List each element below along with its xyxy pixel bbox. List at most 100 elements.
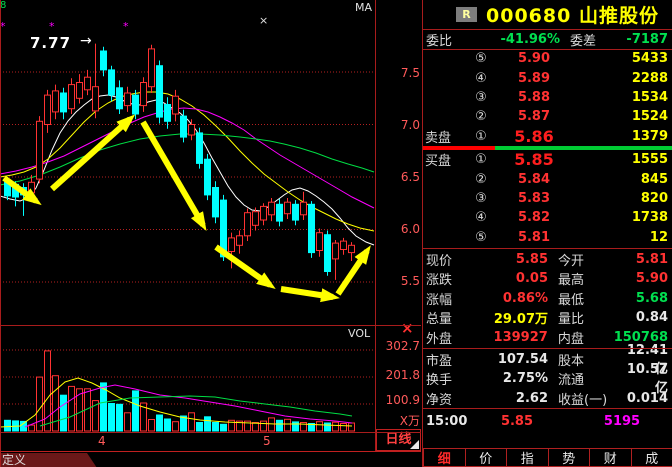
price-tick-6-0: 6.0 [376,222,420,236]
quote-panel: R 000680 山推股份 委比 -41.96% 委差 -7187 ⑤ 5.90… [422,0,672,467]
weibi-label: 委比 [423,30,468,49]
level-icon: ⑤ [467,230,495,245]
ask-row-5[interactable]: ⑤ 5.90 5433 [423,49,672,68]
ask-qty: 5433 [573,51,672,66]
bid-price: 5.83 [495,191,573,206]
price-tick-7-5: 7.5 [376,66,420,80]
tab-deals[interactable]: 成 [631,448,672,467]
bid-qty: 12 [573,230,672,245]
bid-price: 5.84 [495,172,573,187]
ma-legend-label: MA [355,1,372,14]
bid-row-1[interactable]: 买盘 ① 5.85 1555 [423,150,672,169]
weicha-value: -7187 [620,32,672,47]
level-icon: ④ [467,210,495,225]
divider [423,29,672,30]
tick-price: 5.85 [482,414,552,429]
bottom-strip: 定义 [0,451,421,467]
chart-x-marker-icon: × [259,14,268,27]
info-row-pct-low: 涨幅0.86% 最低5.68 [423,289,672,308]
divider [0,0,1,467]
stock-terminal-window: 8 * * * 7.77 → × MA VOL 7.5 7.0 6.5 6.0 … [0,0,672,467]
tab-price[interactable]: 价 [465,448,507,467]
level-icon: ① [467,129,495,144]
ask-row-3[interactable]: ③ 5.88 1534 [423,88,672,107]
info-row-change-high: 涨跌0.05 最高5.90 [423,269,672,288]
ask-qty: 1379 [573,129,672,144]
vol-tick-302: 302.7 [376,339,420,353]
title-bar: R 000680 山推股份 [423,0,672,29]
vol-legend-label: VOL [348,327,370,340]
bid-qty: 820 [573,191,672,206]
bid-price: 5.81 [495,230,573,245]
ask-row-2[interactable]: ② 5.87 1524 [423,107,672,126]
ask-qty: 1524 [573,109,672,124]
ask-qty: 2288 [573,71,672,86]
ask-price: 5.87 [495,109,573,124]
bid-row-5[interactable]: ⑤ 5.81 12 [423,228,672,247]
tab-finance[interactable]: 财 [589,448,631,467]
peak-price-label: 7.77 [30,34,71,52]
tab-custom-indicator[interactable]: 定义 [0,453,97,467]
corner-triangle-icon [410,440,419,449]
divider [375,0,376,451]
bid-qty: 1555 [573,152,672,167]
commission-ratio-row: 委比 -41.96% 委差 -7187 [423,30,672,49]
price-tick-6-5: 6.5 [376,170,420,184]
level-icon: ③ [467,90,495,105]
info-row-volume-ratio: 总量29.07万 量比0.84 [423,308,672,327]
best-bid-price: 5.85 [495,150,573,169]
sell-side-label: 卖盘 [423,127,467,146]
month-label-may: 5 [263,434,271,448]
tab-detail[interactable]: 细 [423,448,465,467]
vol-tick-201: 201.8 [376,368,420,382]
last-tick-row: 15:00 5.85 5195 [423,410,672,432]
tab-index[interactable]: 指 [506,448,548,467]
bid-row-2[interactable]: ② 5.84 845 [423,169,672,188]
bid-row-3[interactable]: ③ 5.83 820 [423,189,672,208]
divider [423,49,672,50]
bid-row-4[interactable]: ④ 5.82 1738 [423,208,672,227]
ask-qty: 1534 [573,90,672,105]
price-tick-5-5: 5.5 [376,274,420,288]
weicha-label: 委差 [560,30,620,49]
margin-trading-badge: R [456,7,477,22]
peak-arrow-icon: → [80,33,92,49]
info-row-nav-eps: 净资2.62 收益(一)0.014 [423,389,672,408]
tick-time: 15:00 [423,414,482,429]
level-icon: ② [467,109,495,124]
tick-volume: 5195 [582,414,662,429]
divider [0,432,421,433]
volume-chart[interactable] [0,326,376,432]
vol-unit-label: X万 [376,412,420,429]
divider [423,408,672,409]
price-tick-7-0: 7.0 [376,118,420,132]
ex-rights-star-icon: * [123,20,129,33]
best-ask-price: 5.86 [495,127,573,146]
period-label: 日线 [385,432,411,447]
divider [423,348,672,349]
ask-row-4[interactable]: ④ 5.89 2288 [423,68,672,87]
divider [0,325,421,326]
level-icon: ⑤ [467,51,495,66]
stock-title: 000680 山推股份 [486,1,659,28]
buy-side-label: 买盘 [423,150,467,169]
ask-price: 5.88 [495,90,573,105]
vol-tick-100: 100.9 [376,393,420,407]
level-icon: ② [467,172,495,187]
level-icon: ③ [467,191,495,206]
bid-qty: 1738 [573,210,672,225]
ex-rights-star-icon: * [49,20,55,33]
ask-row-1[interactable]: 卖盘 ① 5.86 1379 [423,127,672,146]
divider [423,248,672,249]
info-row-turnover-float: 换手2.75% 流通10.57亿 [423,369,672,388]
tab-trend[interactable]: 势 [548,448,590,467]
bid-qty: 845 [573,172,672,187]
bid-price: 5.82 [495,210,573,225]
info-row-price-open: 现价5.85 今开5.81 [423,250,672,269]
close-pane-icon[interactable]: × [401,321,414,335]
weibi-value: -41.96% [468,32,560,47]
level-icon: ① [467,152,495,167]
ask-price: 5.90 [495,51,573,66]
level-icon: ④ [467,71,495,86]
panel-tab-bar: 细 价 指 势 财 成 [423,448,672,467]
